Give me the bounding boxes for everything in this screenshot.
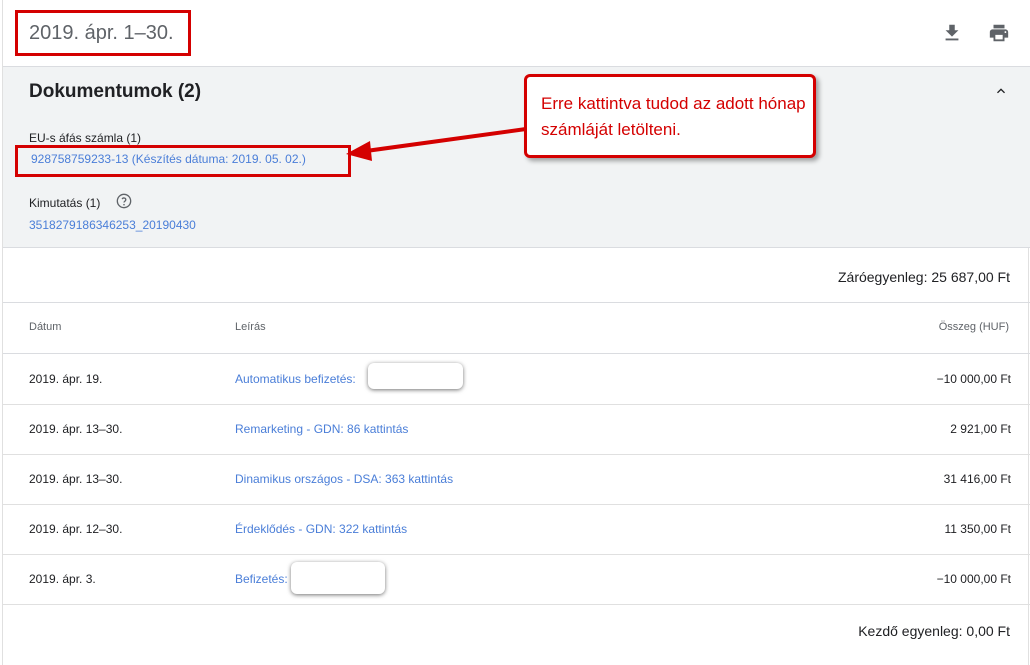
documents-title: Dokumentumok (2) — [29, 81, 202, 102]
row-date: 2019. ápr. 3. — [29, 572, 96, 586]
download-icon[interactable] — [941, 22, 963, 44]
divider — [3, 302, 1030, 303]
redacted-box — [368, 363, 463, 389]
date-range-highlight-box — [15, 10, 191, 56]
opening-balance: Kezdő egyenleg: 0,00 Ft — [858, 623, 1010, 639]
closing-balance: Záróegyenleg: 25 687,00 Ft — [837, 269, 1010, 285]
billing-card: 2019. ápr. 1–30. Dokumentumok (2) EU-s á… — [2, 0, 1030, 665]
annotation-callout: Erre kattintva tudod az adott hónap szám… — [524, 74, 816, 158]
row-amount: 11 350,00 Ft — [944, 522, 1012, 536]
row-date: 2019. ápr. 12–30. — [29, 522, 123, 536]
row-date: 2019. ápr. 13–30. — [29, 472, 123, 486]
table-row: 2019. ápr. 12–30. Érdeklődés - GDN: 322 … — [3, 504, 1030, 555]
row-date: 2019. ápr. 19. — [29, 372, 103, 386]
chevron-up-icon[interactable] — [992, 83, 1010, 99]
row-amount: −10 000,00 Ft — [936, 372, 1011, 386]
statement-download-link[interactable]: 3518279186346253_20190430 — [29, 218, 196, 232]
table-row: 2019. ápr. 13–30. Remarketing - GDN: 86 … — [3, 404, 1030, 455]
column-header-amount: Összeg (HUF) — [938, 321, 1009, 333]
print-icon[interactable] — [988, 22, 1010, 44]
row-description-link[interactable]: Befizetés: — [235, 572, 288, 586]
row-amount: 31 416,00 Ft — [943, 472, 1011, 486]
row-amount: −10 000,00 Ft — [936, 572, 1011, 586]
statement-section-label: Kimutatás (1) — [29, 196, 101, 210]
annotation-text: Erre kattintva tudod az adott hónap szám… — [541, 94, 806, 139]
help-circle-icon[interactable] — [116, 193, 132, 209]
column-header-date: Dátum — [29, 321, 62, 333]
column-header-description: Leírás — [235, 321, 266, 333]
invoice-highlight-box — [15, 145, 351, 177]
row-date: 2019. ápr. 13–30. — [29, 422, 123, 436]
invoice-section-label: EU-s áfás számla (1) — [29, 131, 142, 145]
row-description-link[interactable]: Remarketing - GDN: 86 kattintás — [235, 422, 408, 436]
table-row: 2019. ápr. 19. Automatikus befizetés: −1… — [3, 354, 1030, 405]
row-description-link[interactable]: Automatikus befizetés: — [235, 372, 356, 386]
row-amount: 2 921,00 Ft — [950, 422, 1011, 436]
row-description-link[interactable]: Érdeklődés - GDN: 322 kattintás — [235, 522, 407, 536]
row-description-link[interactable]: Dinamikus országos - DSA: 363 kattintás — [235, 472, 453, 486]
table-row: 2019. ápr. 13–30. Dinamikus országos - D… — [3, 454, 1030, 505]
table-row: 2019. ápr. 3. Befizetés: −10 000,00 Ft — [3, 554, 1030, 605]
redacted-box — [291, 562, 385, 594]
